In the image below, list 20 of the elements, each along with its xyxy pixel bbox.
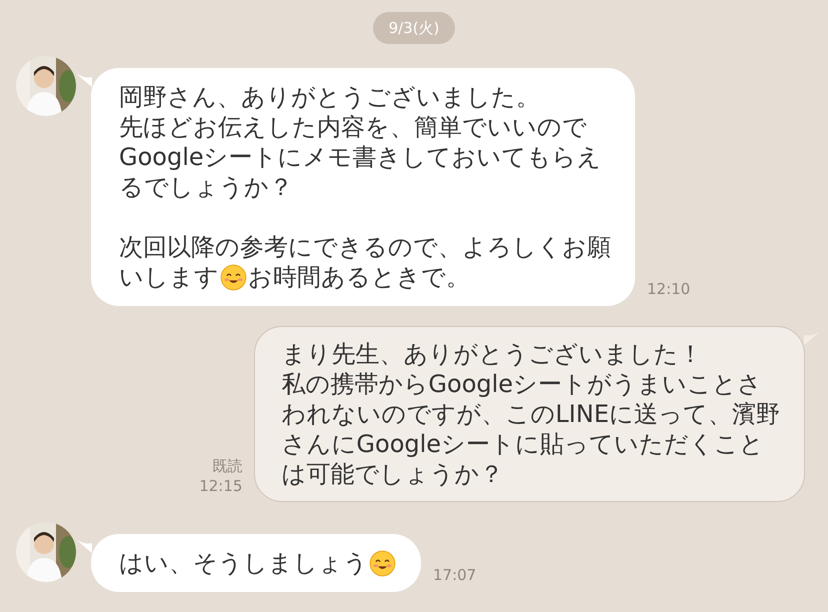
message-text: 私の携帯からGoogleシートがうまいことさ [281,369,762,399]
message-text: さんにGoogleシートに貼っていただくこと [281,429,764,459]
message-text: はい、そうしましょう [119,548,368,578]
message-text: お時間あるときで。 [248,262,470,292]
date-label: 9/3(火) [388,19,440,37]
message-text: るでしょうか？ [119,172,293,202]
message-text: 先ほどお伝えした内容を、簡単でいいので [119,112,587,142]
message-text: われないのですが、このLINEに送って、濱野 [281,399,780,429]
read-receipt: 既読 [212,456,242,476]
timestamp: 17:07 [433,564,476,586]
message-text: まり先生、ありがとうございました！ [281,339,702,369]
smiling-face-icon [369,550,396,576]
message-text: 岡野さん、ありがとうございました。 [119,82,540,112]
smiling-face-icon [220,264,247,290]
message-text: Googleシートにメモ書きしておいてもらえ [119,142,602,172]
timestamp: 12:10 [647,278,690,300]
message-text: は可能でしょうか？ [281,459,504,489]
message-text: 次回以降の参考にできるので、よろしくお願 [119,232,611,262]
timestamp: 12:15 [199,476,242,496]
message-text: いします [119,262,219,292]
